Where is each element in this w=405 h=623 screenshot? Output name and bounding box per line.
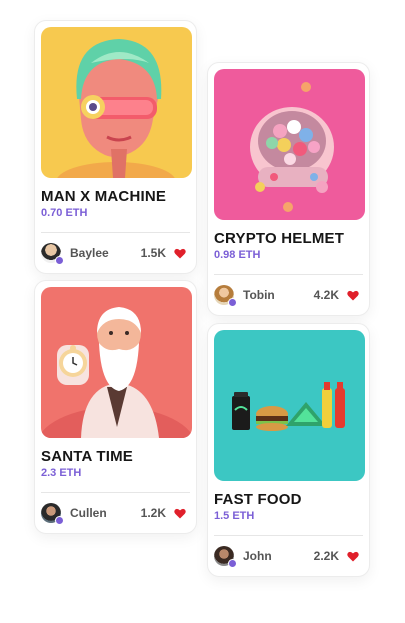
nft-artwork-image[interactable] xyxy=(41,287,192,438)
nft-card-santa-time[interactable]: SANTA TIME 2.3 ETH Cullen 1.2K xyxy=(34,280,197,534)
heart-icon[interactable] xyxy=(174,508,186,519)
nft-artwork-image[interactable] xyxy=(214,330,365,481)
nft-title: CRYPTO HELMET xyxy=(214,230,345,247)
owner-name[interactable]: Baylee xyxy=(70,246,141,260)
nft-price: 0.98 ETH xyxy=(214,249,261,261)
heart-icon[interactable] xyxy=(174,248,186,259)
nft-card-fast-food[interactable]: FAST FOOD 1.5 ETH John 2.2K xyxy=(207,323,370,577)
verified-badge-icon xyxy=(55,256,64,265)
nft-artwork-image[interactable] xyxy=(214,69,365,220)
nft-price: 2.3 ETH xyxy=(41,467,82,479)
owner-name[interactable]: John xyxy=(243,549,314,563)
owner-avatar[interactable] xyxy=(41,503,64,525)
owner-avatar[interactable] xyxy=(41,243,64,265)
card-footer: Baylee 1.5K xyxy=(41,233,190,273)
nft-price: 1.5 ETH xyxy=(214,510,255,522)
heart-icon[interactable] xyxy=(347,290,359,301)
like-count: 1.5K xyxy=(140,246,166,260)
verified-badge-icon xyxy=(228,298,237,307)
owner-name[interactable]: Tobin xyxy=(243,288,314,302)
owner-avatar[interactable] xyxy=(214,285,237,307)
card-footer: John 2.2K xyxy=(214,536,363,576)
card-footer: Cullen 1.2K xyxy=(41,493,190,533)
nft-card-crypto-helmet[interactable]: CRYPTO HELMET 0.98 ETH Tobin 4.2K xyxy=(207,62,370,316)
nft-card-man-x-machine[interactable]: MAN X MACHINE 0.70 ETH Baylee 1.5K xyxy=(34,20,197,274)
nft-title: SANTA TIME xyxy=(41,448,133,465)
like-count: 2.2K xyxy=(313,549,339,563)
verified-badge-icon xyxy=(55,516,64,525)
nft-title: FAST FOOD xyxy=(214,491,302,508)
nft-artwork-image[interactable] xyxy=(41,27,192,178)
heart-icon[interactable] xyxy=(347,551,359,562)
owner-avatar[interactable] xyxy=(214,546,237,568)
card-footer: Tobin 4.2K xyxy=(214,275,363,315)
nft-title: MAN X MACHINE xyxy=(41,188,167,205)
like-count: 4.2K xyxy=(313,288,339,302)
verified-badge-icon xyxy=(228,559,237,568)
like-count: 1.2K xyxy=(140,506,166,520)
owner-name[interactable]: Cullen xyxy=(70,506,141,520)
nft-price: 0.70 ETH xyxy=(41,207,88,219)
